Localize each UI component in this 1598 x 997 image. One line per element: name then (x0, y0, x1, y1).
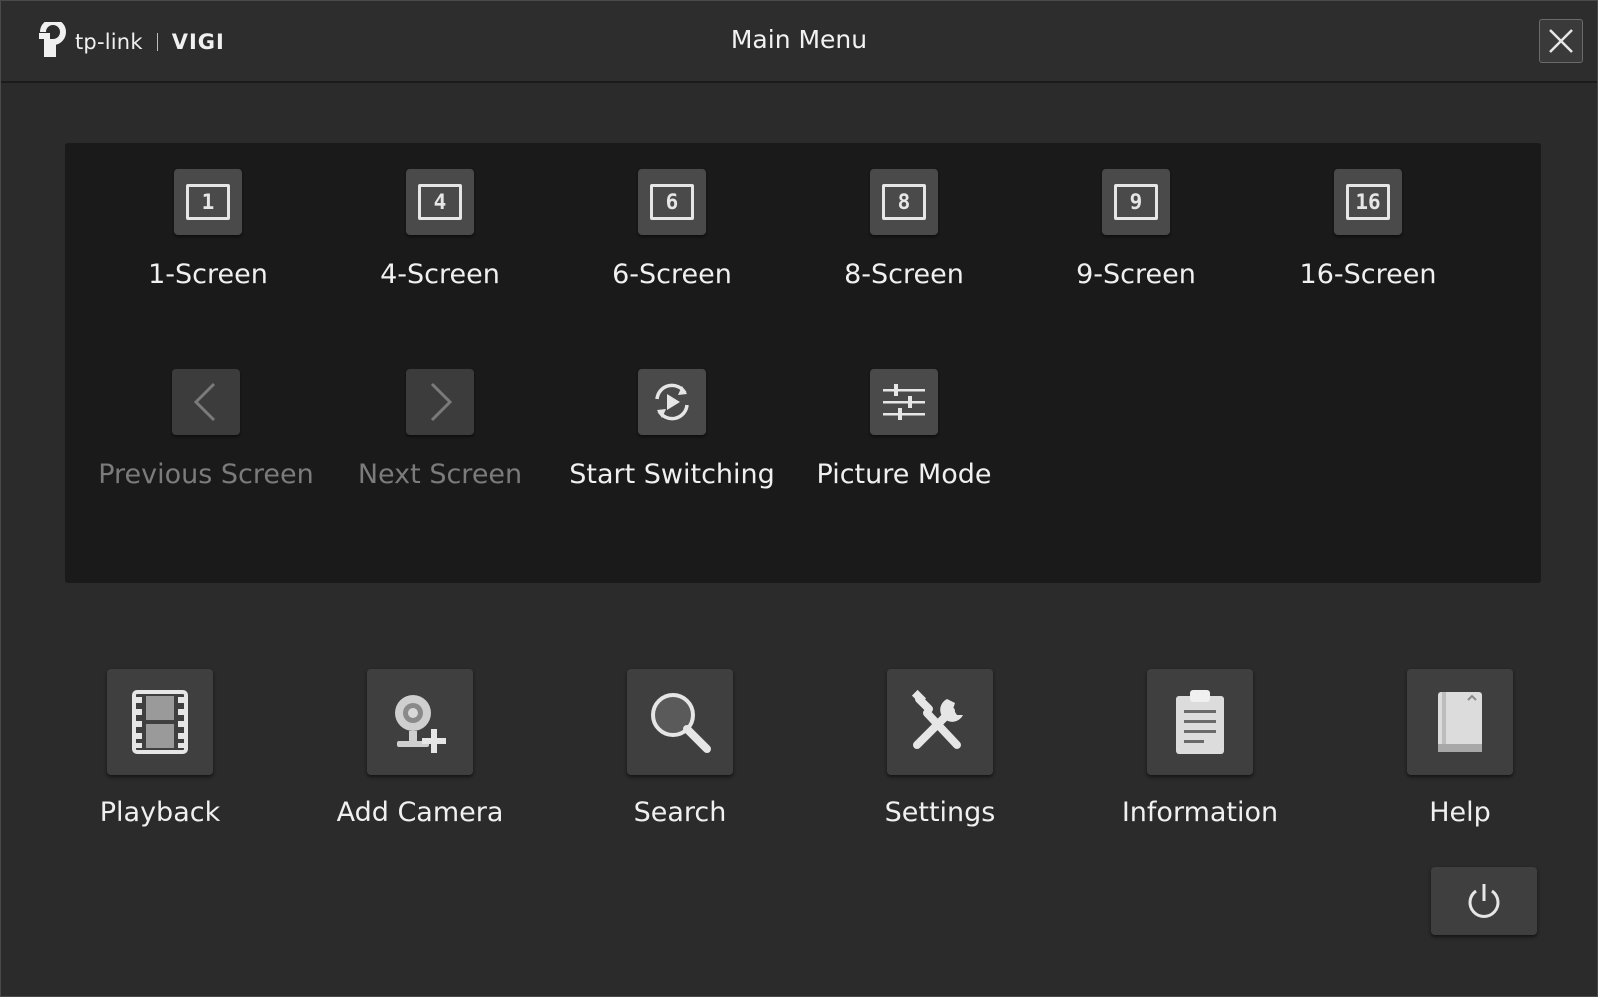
information-label: Information (1121, 797, 1279, 828)
layout-label: 6-Screen (612, 259, 732, 290)
help-label: Help (1429, 797, 1491, 828)
layout-label: 8-Screen (844, 259, 964, 290)
settings[interactable]: Settings (825, 669, 1055, 828)
add-camera-button[interactable] (367, 669, 473, 775)
magnifier-icon (651, 693, 711, 753)
settings-button[interactable] (887, 669, 993, 775)
chevron-left-icon (193, 382, 216, 422)
layout-6-screen[interactable]: 6 6-Screen (557, 169, 787, 292)
title-bar: tp-link VIGI Main Menu (1, 1, 1597, 83)
close-icon (1549, 29, 1573, 53)
previous-screen-label: Previous Screen (98, 459, 314, 490)
add-camera[interactable]: Add Camera (305, 669, 535, 828)
screen-8-icon: 8 (882, 184, 926, 220)
live-view-layout-panel: 1 1-Screen 4 4-Screen 6 6-Screen 8 8-Scr… (65, 143, 1541, 583)
help[interactable]: Help (1345, 669, 1575, 828)
main-menu-window: tp-link VIGI Main Menu 1 1-Screen 4 4-Sc… (0, 0, 1598, 997)
start-switching-button[interactable] (638, 369, 706, 435)
screen-16-icon: 16 (1346, 184, 1390, 220)
playback[interactable]: Playback (45, 669, 275, 828)
tools-icon (911, 689, 963, 749)
previous-screen[interactable]: Previous Screen (91, 369, 321, 492)
window-title: Main Menu (730, 25, 868, 54)
search[interactable]: Search (565, 669, 795, 828)
search-button[interactable] (627, 669, 733, 775)
layout-16-screen[interactable]: 16 16-Screen (1253, 169, 1483, 292)
next-screen[interactable]: Next Screen (325, 369, 555, 492)
clipboard-icon (1176, 690, 1224, 754)
layout-16-screen-button[interactable]: 16 (1334, 169, 1402, 235)
layout-1-screen-button[interactable]: 1 (174, 169, 242, 235)
layout-8-screen[interactable]: 8 8-Screen (789, 169, 1019, 292)
layout-label: 1-Screen (148, 259, 268, 290)
next-screen-label: Next Screen (357, 459, 523, 490)
layout-9-screen[interactable]: 9 9-Screen (1021, 169, 1251, 292)
picture-mode[interactable]: Picture Mode (789, 369, 1019, 492)
power-button[interactable] (1431, 867, 1537, 935)
layout-1-screen[interactable]: 1 1-Screen (93, 169, 323, 292)
screen-4-icon: 4 (418, 184, 462, 220)
close-button[interactable] (1539, 19, 1583, 63)
add-camera-label: Add Camera (336, 797, 504, 828)
layout-8-screen-button[interactable]: 8 (870, 169, 938, 235)
search-label: Search (633, 797, 727, 828)
film-icon (132, 690, 188, 754)
start-switching-label: Start Switching (569, 459, 775, 490)
layout-4-screen-button[interactable]: 4 (406, 169, 474, 235)
layout-label: 9-Screen (1076, 259, 1196, 290)
power-icon (1468, 884, 1500, 918)
layout-label: 4-Screen (380, 259, 500, 290)
layout-4-screen[interactable]: 4 4-Screen (325, 169, 555, 292)
playback-button[interactable] (107, 669, 213, 775)
book-icon (1438, 692, 1482, 752)
playback-label: Playback (99, 797, 221, 828)
chevron-right-icon (430, 382, 453, 422)
picture-mode-label: Picture Mode (816, 459, 992, 490)
switching-icon (655, 383, 689, 421)
screen-9-icon: 9 (1114, 184, 1158, 220)
information-button[interactable] (1147, 669, 1253, 775)
screen-1-icon: 1 (186, 184, 230, 220)
picture-mode-button[interactable] (870, 369, 938, 435)
screen-6-icon: 6 (650, 184, 694, 220)
camera-add-icon (395, 695, 446, 753)
layout-9-screen-button[interactable]: 9 (1102, 169, 1170, 235)
layout-6-screen-button[interactable]: 6 (638, 169, 706, 235)
layout-label: 16-Screen (1299, 259, 1437, 290)
sliders-icon (883, 384, 925, 420)
start-switching[interactable]: Start Switching (557, 369, 787, 492)
next-screen-button[interactable] (406, 369, 474, 435)
settings-label: Settings (884, 797, 996, 828)
information[interactable]: Information (1085, 669, 1315, 828)
previous-screen-button[interactable] (172, 369, 240, 435)
help-button[interactable] (1407, 669, 1513, 775)
